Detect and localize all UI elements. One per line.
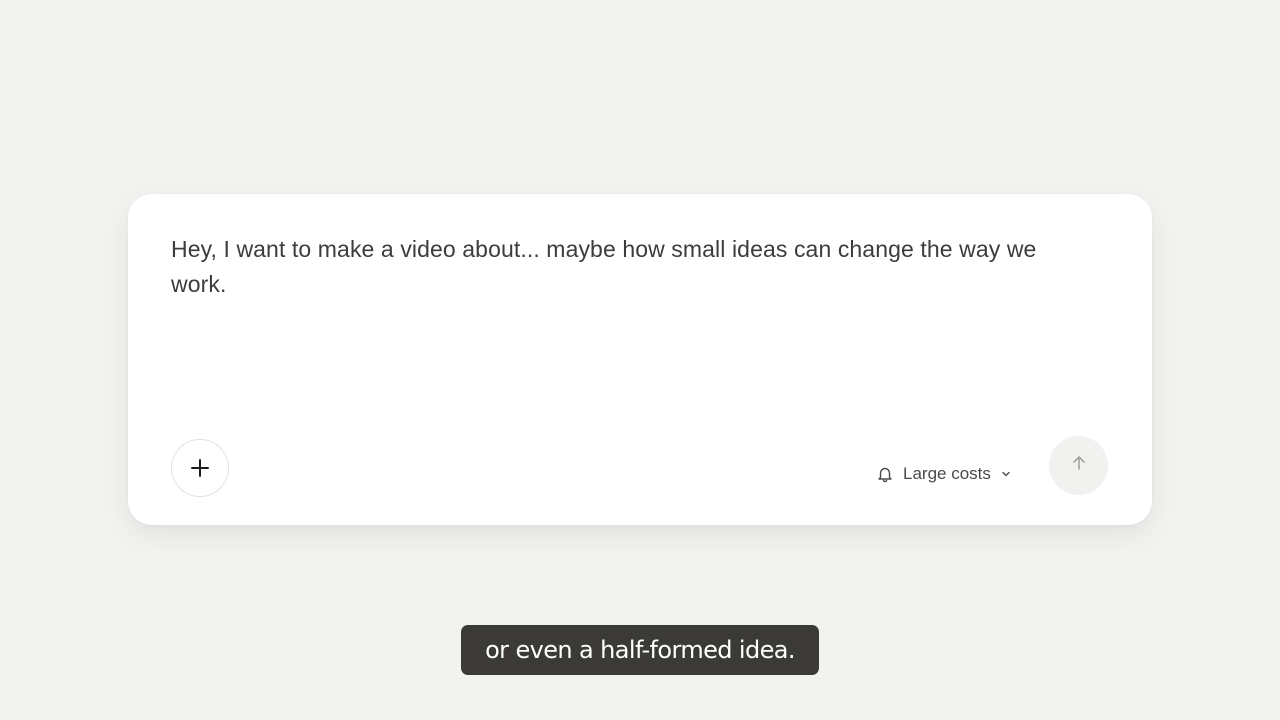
arrow-up-icon [1071,455,1087,476]
prompt-input[interactable]: Hey, I want to make a video about... may… [171,232,1071,302]
bell-icon [876,465,894,483]
model-selector[interactable]: Large costs [876,456,1012,492]
add-attachment-button[interactable] [171,439,229,497]
chevron-down-icon [1000,468,1012,480]
model-selector-label: Large costs [903,464,991,483]
plus-icon [190,458,210,478]
send-button[interactable] [1049,436,1108,495]
subtitle-caption: or even a half-formed idea. [461,625,819,675]
prompt-composer: Hey, I want to make a video about... may… [128,194,1152,525]
